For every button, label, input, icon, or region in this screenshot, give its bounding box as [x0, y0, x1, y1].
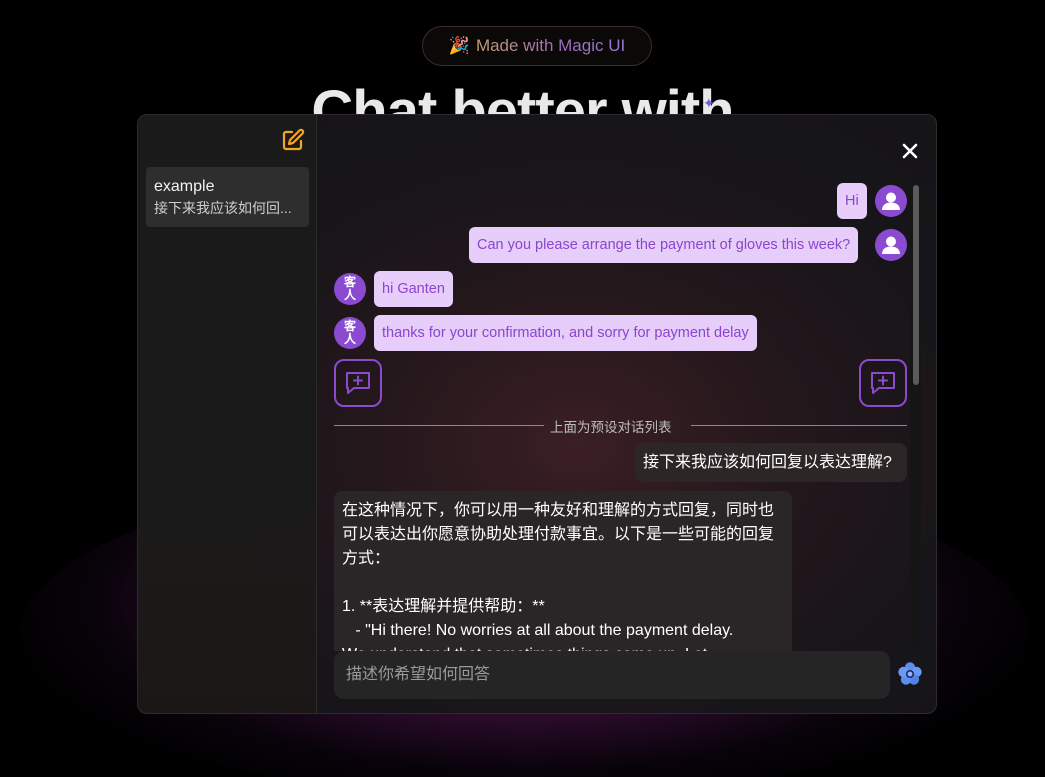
flower-send-icon[interactable]: [897, 661, 923, 687]
answer-line: - "Hi there! No worries at all about the…: [342, 622, 734, 639]
message-plus-icon: [871, 372, 895, 394]
answer-line: ​: [342, 571, 784, 595]
user-avatar: [875, 185, 907, 217]
guest-message-bubble: hi Ganten: [374, 271, 453, 307]
made-with-badge[interactable]: 🎉 Made with Magic UI: [422, 26, 652, 66]
divider-line-left: [334, 425, 544, 426]
conversation-sidebar: example 接下来我应该如何回...: [138, 115, 317, 713]
answer-line: 可以表达出你愿意协助处理付款事宜。以下是一些可能的回复: [342, 526, 775, 543]
guest-avatar: 客 人: [334, 317, 366, 349]
user-icon: [882, 192, 900, 210]
add-guest-message-button[interactable]: [334, 359, 382, 407]
guest-message-bubble: thanks for your confirmation, and sorry …: [374, 315, 757, 351]
answer-line: 方式：: [342, 550, 391, 567]
guest-avatar: 客 人: [334, 273, 366, 305]
user-icon: [882, 236, 900, 254]
guest-avatar-label-bottom: 人: [343, 332, 356, 346]
message-input[interactable]: [334, 651, 890, 699]
answer-line: We understand that sometimes things come…: [342, 643, 784, 651]
conversation-item[interactable]: example 接下来我应该如何回...: [146, 167, 309, 227]
conversation-title: example: [154, 178, 215, 195]
conversation-preview: 接下来我应该如何回...: [154, 200, 292, 216]
preset-divider-label: 上面为预设对话列表: [550, 420, 672, 435]
hero-title: Chat better with: [0, 82, 1045, 114]
sparkle-icon: ✦: [703, 95, 715, 111]
badge-label: Made with Magic UI: [475, 36, 626, 55]
guest-avatar-label-bottom: 人: [343, 288, 356, 302]
add-user-message-button[interactable]: [859, 359, 907, 407]
close-icon[interactable]: [899, 140, 921, 162]
edit-icon[interactable]: [281, 128, 305, 152]
user-message-bubble: Hi: [837, 183, 867, 219]
answer-line: 1. **表达理解并提供帮助：**: [342, 598, 545, 615]
user-avatar: [875, 229, 907, 261]
assistant-answer-bubble: 在这种情况下，你可以用一种友好和理解的方式回复，同时也 可以表达出你愿意协助处理…: [334, 491, 792, 651]
chat-modal: example 接下来我应该如何回... Hi Can you please a…: [137, 114, 937, 714]
scrollbar-thumb[interactable]: [913, 185, 919, 385]
user-message-bubble: Can you please arrange the payment of gl…: [469, 227, 859, 263]
answer-line: 在这种情况下，你可以用一种友好和理解的方式回复，同时也: [342, 502, 775, 519]
divider-line-right: [691, 425, 907, 426]
user-question-bubble: 接下来我应该如何回复以表达理解?: [635, 443, 907, 482]
party-popper-icon: 🎉: [448, 36, 470, 55]
message-plus-icon: [346, 372, 370, 394]
